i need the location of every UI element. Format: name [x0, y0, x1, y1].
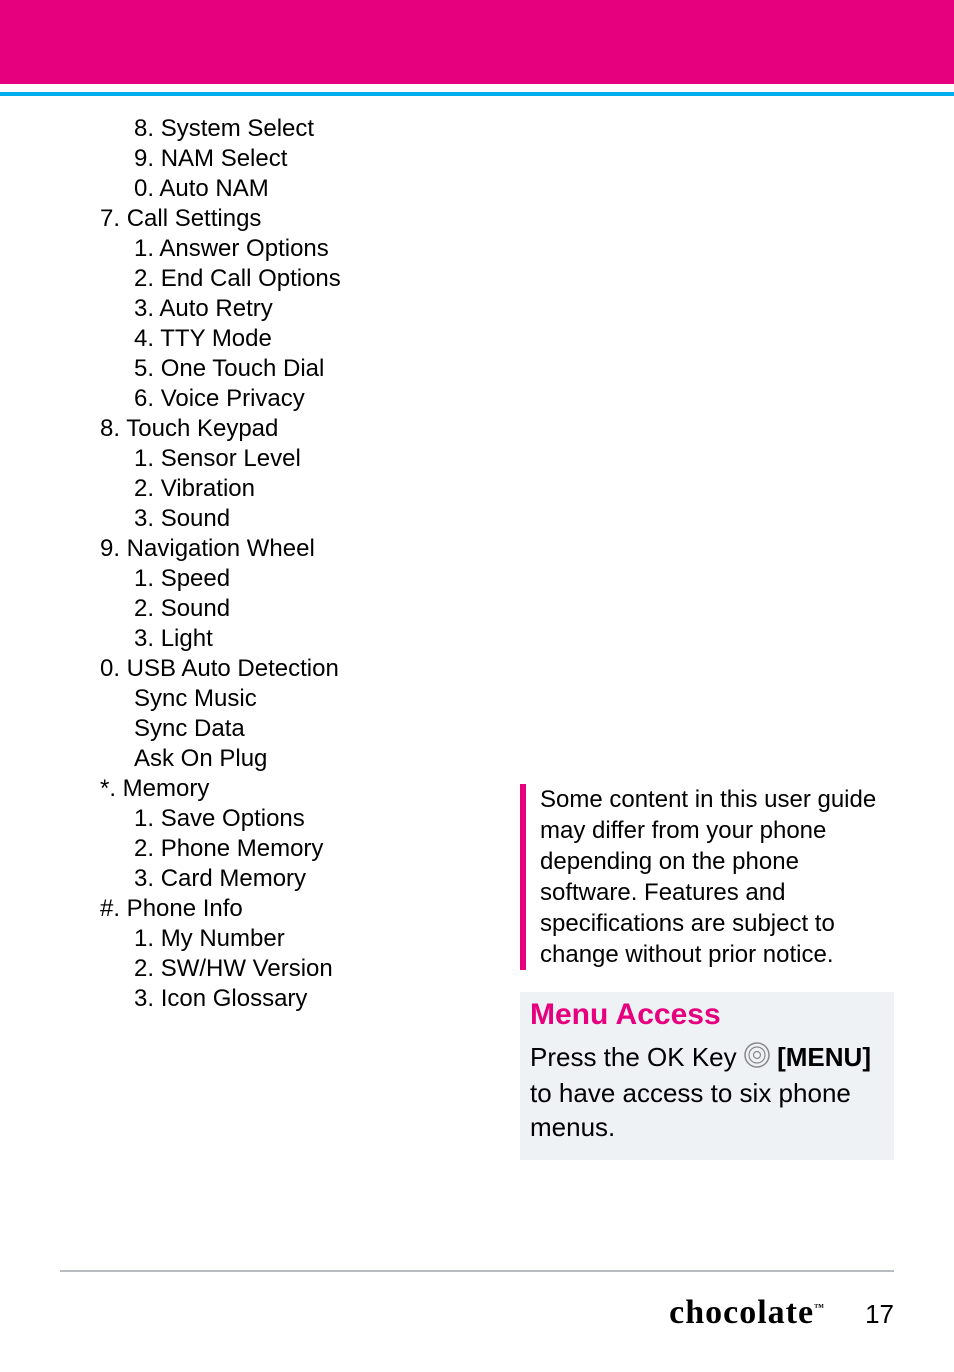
item-label: Auto NAM: [159, 175, 268, 202]
item-number: 2.: [134, 265, 154, 292]
page-footer: chocolate™ 17: [669, 1294, 894, 1332]
section-label: USB Auto Detection: [120, 655, 339, 682]
item-label: Icon Glossary: [161, 985, 308, 1012]
item-label: Sync Music: [134, 685, 257, 712]
item-number: 2.: [134, 955, 154, 982]
note-text: Some content in this user guide may diff…: [540, 786, 876, 968]
item-label: Ask On Plug: [134, 745, 267, 772]
section-label: Phone Info: [120, 895, 243, 922]
item-number: 3.: [134, 985, 154, 1012]
item-number: 3.: [134, 505, 154, 532]
item-label: Card Memory: [161, 865, 306, 892]
item-label: SW/HW Version: [161, 955, 333, 982]
item-label: Save Options: [161, 805, 305, 832]
section-number: 0.: [100, 655, 120, 682]
body-pre: Press the OK Key: [530, 1042, 744, 1072]
section-heading: Menu Access: [530, 998, 884, 1032]
item-label: Light: [161, 625, 213, 652]
item-number: 1.: [134, 445, 154, 472]
footer-rule: [60, 1270, 894, 1272]
ok-key-icon: [744, 1042, 770, 1076]
brand-tm: ™: [814, 1303, 825, 1314]
item-number: 1.: [134, 235, 154, 262]
item-number: 6.: [134, 385, 154, 412]
item-number: 2.: [134, 475, 154, 502]
item-label: Answer Options: [159, 235, 328, 262]
section-label: Call Settings: [127, 205, 262, 232]
item-label: Sync Data: [134, 715, 245, 742]
item-label: NAM Select: [161, 145, 288, 172]
item-number: 2.: [134, 595, 154, 622]
item-label: Auto Retry: [159, 295, 272, 322]
section-label: Touch Keypad: [120, 415, 278, 442]
item-label: Sound: [161, 595, 230, 622]
item-number: 3.: [134, 625, 154, 652]
item-number: 2.: [134, 835, 154, 862]
item-label: End Call Options: [161, 265, 341, 292]
section-number: 9.: [100, 535, 120, 562]
item-number: 8.: [134, 115, 154, 142]
item-number: 1.: [134, 805, 154, 832]
item-label: My Number: [161, 925, 285, 952]
item-number: 0.: [134, 175, 154, 202]
header-banner: [0, 0, 954, 84]
item-label: Phone Memory: [161, 835, 324, 862]
item-number: 5.: [134, 355, 154, 382]
note-box: Some content in this user guide may diff…: [520, 784, 894, 970]
item-number: 1.: [134, 925, 154, 952]
item-label: Speed: [161, 565, 230, 592]
item-number: 4.: [134, 325, 154, 352]
item-number: 3.: [134, 295, 154, 322]
item-label: System Select: [161, 115, 314, 142]
item-number: 3.: [134, 865, 154, 892]
section-number: 8.: [100, 415, 120, 442]
menu-label: [MENU]: [777, 1042, 871, 1072]
item-label: One Touch Dial: [161, 355, 325, 382]
body-post: to have access to six phone menus.: [530, 1078, 851, 1142]
section-number: 7.: [100, 205, 120, 232]
section-label: Memory: [116, 775, 209, 802]
brand-text: chocolate: [669, 1294, 814, 1331]
item-label: Vibration: [161, 475, 255, 502]
section-number: #.: [100, 895, 120, 922]
item-number: 1.: [134, 565, 154, 592]
menu-access-section: Menu Access Press the OK Key [MENU] to h…: [520, 992, 894, 1160]
section-label: Navigation Wheel: [120, 535, 315, 562]
item-label: Voice Privacy: [161, 385, 305, 412]
item-label: TTY Mode: [160, 325, 272, 352]
item-number: 9.: [134, 145, 154, 172]
section-number: *.: [100, 775, 116, 802]
item-label: Sound: [161, 505, 230, 532]
brand-logo: chocolate™: [669, 1294, 825, 1332]
section-body: Press the OK Key [MENU] to have access t…: [530, 1040, 884, 1144]
menu-list: 8. System Select 9. NAM Select 0. Auto N…: [100, 114, 520, 1160]
item-label: Sensor Level: [161, 445, 301, 472]
page-number: 17: [865, 1299, 894, 1330]
